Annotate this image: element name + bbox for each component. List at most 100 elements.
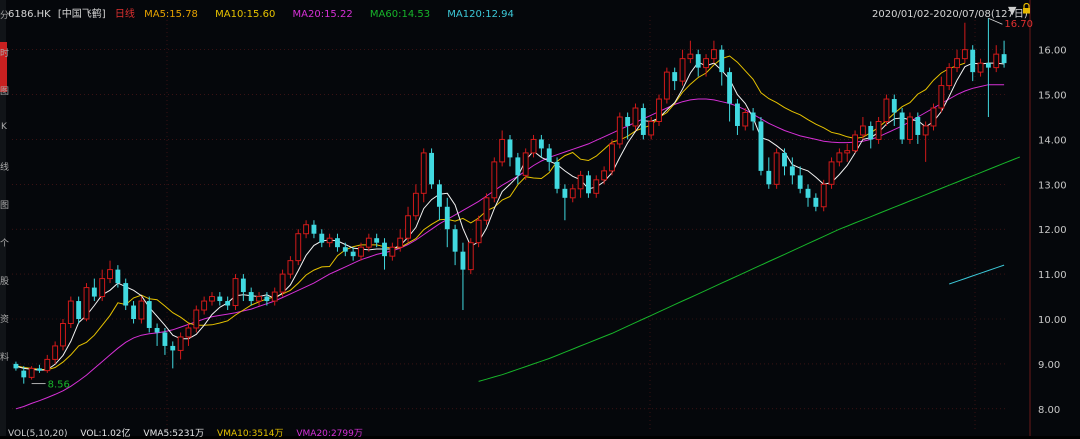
candle-body-up bbox=[177, 336, 184, 351]
candle-body-down bbox=[382, 242, 387, 257]
candle-body-up bbox=[859, 125, 866, 136]
candle-body-up bbox=[303, 224, 310, 235]
candle-body-up bbox=[209, 296, 215, 302]
candle-body-down bbox=[342, 247, 348, 252]
side-nav-char[interactable]: 分 bbox=[0, 8, 9, 21]
candle-body-down bbox=[797, 175, 803, 189]
candle-body-up bbox=[820, 183, 827, 208]
candle-body-up bbox=[828, 161, 835, 185]
candle-body-up bbox=[609, 143, 615, 172]
candle-body-down bbox=[240, 278, 246, 293]
y-tick-label: 9.00 bbox=[1038, 360, 1060, 371]
candle-body-down bbox=[162, 332, 168, 346]
candle-body-down bbox=[507, 139, 513, 158]
y-tick-label: 11.00 bbox=[1038, 270, 1067, 281]
ma5-series bbox=[15, 61, 1005, 371]
side-nav-char[interactable]: 线 bbox=[0, 160, 9, 173]
candle-body-up bbox=[256, 296, 262, 302]
y-tick-label: 10.00 bbox=[1038, 315, 1067, 326]
candle-body-up bbox=[60, 322, 66, 347]
annotation-label: 16.70 bbox=[1004, 19, 1033, 30]
side-nav-char[interactable]: 图 bbox=[0, 198, 9, 211]
candle-body-down bbox=[13, 363, 19, 369]
candle-body-down bbox=[727, 72, 733, 104]
candle-body-down bbox=[625, 117, 631, 126]
candle-body-down bbox=[444, 206, 450, 230]
side-nav-char[interactable]: 股 bbox=[0, 274, 9, 287]
candle-body-down bbox=[335, 238, 340, 248]
side-nav-char[interactable]: 料 bbox=[0, 350, 9, 363]
side-nav-char[interactable]: 个 bbox=[0, 236, 9, 249]
candle-body-up bbox=[271, 291, 278, 302]
side-nav-char[interactable]: K bbox=[0, 122, 8, 132]
dropdown-triangle-icon[interactable]: ▼ bbox=[1008, 4, 1016, 17]
side-nav-char[interactable]: 图 bbox=[0, 84, 9, 97]
candle-body-up bbox=[83, 287, 90, 320]
y-tick-label: 8.00 bbox=[1038, 405, 1060, 416]
candle-body-up bbox=[397, 237, 404, 248]
candle-body-up bbox=[358, 246, 364, 257]
annotation-label: 8.56 bbox=[48, 380, 70, 391]
ma120-line bbox=[949, 264, 1005, 285]
y-tick-label: 15.00 bbox=[1038, 91, 1067, 102]
candle-body-up bbox=[412, 192, 419, 217]
stock-code[interactable]: 6186.HK bbox=[8, 9, 51, 20]
candle-body-down bbox=[319, 233, 325, 243]
candle-body-down bbox=[758, 121, 764, 171]
ma60-line bbox=[478, 156, 1020, 382]
candle-body-up bbox=[185, 327, 192, 338]
candlestick-chart[interactable]: 16.00 15.00 14.00 13.00 12.00 11.00 10.00 9.00 8… bbox=[0, 0, 1080, 436]
candle-body-up bbox=[742, 112, 749, 127]
ma10-label: MA10:15.60 bbox=[215, 9, 276, 20]
candle-body-down bbox=[154, 327, 160, 333]
candle-body-down bbox=[538, 139, 544, 149]
candle-body-up bbox=[522, 152, 529, 176]
candle-body-up bbox=[389, 246, 396, 257]
candle-body-down bbox=[640, 108, 646, 135]
vol-value: VOL:1.02亿 bbox=[80, 429, 131, 439]
candle-body-up bbox=[632, 107, 639, 127]
candle-body-down bbox=[868, 125, 874, 140]
candle-body-up bbox=[616, 116, 623, 145]
side-nav-char[interactable]: 资 bbox=[0, 312, 9, 325]
ma120-series bbox=[949, 264, 1005, 285]
candle-body-up bbox=[28, 367, 35, 378]
candle-body-up bbox=[99, 278, 106, 298]
candle-body-down bbox=[21, 370, 27, 378]
candle-body-up bbox=[530, 138, 537, 154]
candle-body-up bbox=[405, 215, 411, 239]
candle-body-up bbox=[836, 152, 843, 163]
candle-body-up bbox=[922, 125, 929, 136]
candle-body-up bbox=[201, 300, 208, 311]
lock-icon[interactable] bbox=[1022, 3, 1031, 14]
vol-label[interactable]: VOL(5,10,20) bbox=[8, 429, 67, 439]
candle-body-up bbox=[44, 358, 51, 372]
candle-body-up bbox=[946, 67, 953, 87]
candle-body-down bbox=[554, 161, 560, 189]
candle-body-down bbox=[264, 296, 270, 302]
candle-body-down bbox=[217, 296, 223, 302]
candle-body-up bbox=[593, 179, 600, 194]
y-tick-label: 14.00 bbox=[1038, 135, 1067, 146]
date-range[interactable]: 2020/01/02-2020/07/08(127日) bbox=[872, 5, 1028, 20]
candle-body-up bbox=[773, 152, 780, 185]
candle-body-down bbox=[789, 166, 795, 176]
candle-body-up bbox=[279, 273, 286, 293]
candle-body-up bbox=[467, 242, 474, 271]
period-label[interactable]: 日线 bbox=[115, 9, 135, 20]
candle-body-down bbox=[436, 184, 442, 207]
price-axis: 16.00 15.00 14.00 13.00 12.00 11.00 10.00 9.00 8… bbox=[1038, 46, 1067, 416]
candle-body-up bbox=[883, 98, 890, 122]
stock-name[interactable]: [中国飞鹤] bbox=[58, 9, 106, 20]
candle-body-down bbox=[766, 170, 772, 185]
candle-body-down bbox=[460, 251, 466, 270]
candle-body-up bbox=[844, 150, 851, 154]
candle-body-down bbox=[225, 301, 231, 306]
candle-body-down bbox=[546, 148, 552, 162]
candle-body-down bbox=[805, 188, 811, 198]
vma20-value: VMA20:2799万 bbox=[296, 429, 363, 439]
candle-body-up bbox=[977, 62, 984, 73]
ma60-series bbox=[478, 156, 1020, 382]
side-nav-char[interactable]: 时 bbox=[0, 46, 9, 59]
candle-body-up bbox=[138, 300, 145, 320]
